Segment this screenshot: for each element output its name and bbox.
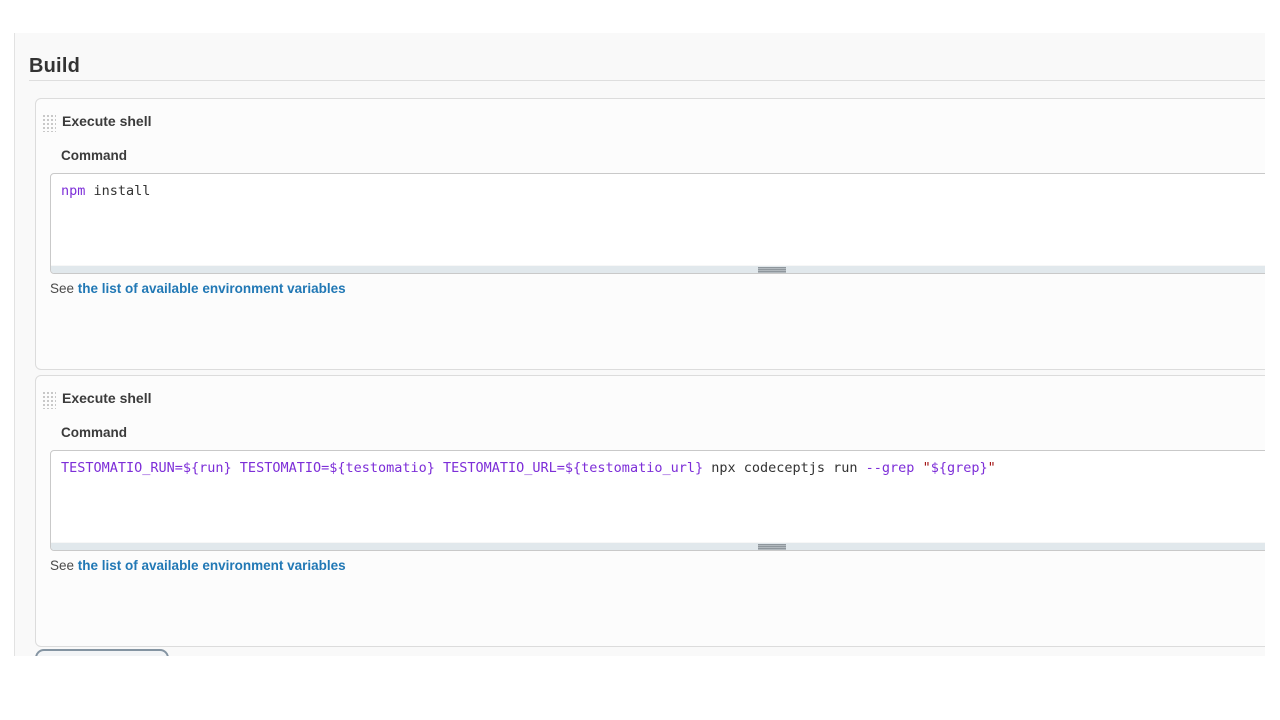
code-token: install bbox=[85, 183, 150, 199]
build-step-card: Execute shell Command TESTOMATIO_RUN=${r… bbox=[35, 375, 1265, 647]
drag-handle-icon[interactable] bbox=[41, 113, 56, 132]
editor-resize-handle-icon[interactable] bbox=[758, 544, 786, 551]
command-code[interactable]: npm install bbox=[51, 174, 1265, 265]
editor-horizontal-scrollbar[interactable] bbox=[51, 542, 1265, 551]
add-build-step-button[interactable] bbox=[35, 649, 169, 656]
code-token: " bbox=[923, 460, 931, 476]
command-label: Command bbox=[61, 148, 127, 163]
build-step-title: Execute shell bbox=[62, 390, 152, 406]
env-hint-prefix: See bbox=[50, 558, 78, 573]
code-token: TESTOMATIO_RUN=${run} TESTOMATIO=${testo… bbox=[61, 460, 703, 476]
drag-handle-icon[interactable] bbox=[41, 390, 56, 409]
build-step-title: Execute shell bbox=[62, 113, 152, 129]
section-divider bbox=[29, 80, 1265, 81]
page-canvas: Build Execute shell Command npm install … bbox=[0, 0, 1280, 720]
command-editor[interactable]: npm install bbox=[50, 173, 1265, 274]
code-token bbox=[914, 460, 922, 476]
editor-horizontal-scrollbar[interactable] bbox=[51, 265, 1265, 274]
code-token: npx codeceptjs run bbox=[703, 460, 866, 476]
env-hint-prefix: See bbox=[50, 281, 78, 296]
environment-variables-link[interactable]: the list of available environment variab… bbox=[78, 281, 346, 296]
editor-resize-handle-icon[interactable] bbox=[758, 267, 786, 274]
environment-variables-link[interactable]: the list of available environment variab… bbox=[78, 558, 346, 573]
code-token: npm bbox=[61, 183, 85, 199]
code-token: " bbox=[988, 460, 996, 476]
code-token: ${grep} bbox=[931, 460, 988, 476]
command-editor[interactable]: TESTOMATIO_RUN=${run} TESTOMATIO=${testo… bbox=[50, 450, 1265, 551]
command-code[interactable]: TESTOMATIO_RUN=${run} TESTOMATIO=${testo… bbox=[51, 451, 1265, 542]
command-label: Command bbox=[61, 425, 127, 440]
env-variables-hint: See the list of available environment va… bbox=[50, 558, 346, 573]
section-title: Build bbox=[29, 55, 80, 78]
code-token: --grep bbox=[866, 460, 915, 476]
env-variables-hint: See the list of available environment va… bbox=[50, 281, 346, 296]
jenkins-build-config-panel: Build Execute shell Command npm install … bbox=[14, 33, 1265, 656]
build-step-card: Execute shell Command npm install See th… bbox=[35, 98, 1265, 370]
